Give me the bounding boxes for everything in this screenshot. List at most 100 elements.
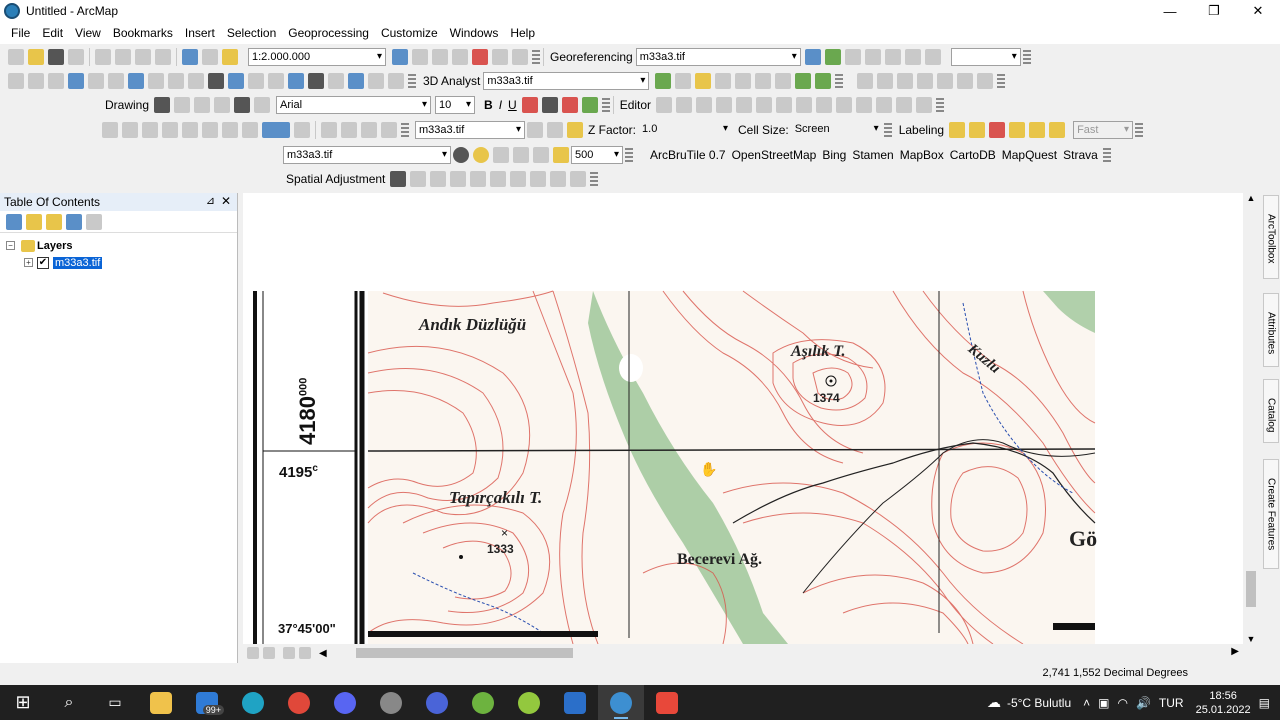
list-by-visibility-icon[interactable] [46, 213, 62, 230]
taskbar-app[interactable] [368, 685, 414, 720]
identify-icon[interactable] [228, 73, 244, 89]
editor-menu[interactable]: Editor [617, 98, 654, 112]
menu-selection[interactable]: Selection [221, 26, 282, 40]
pin-icon[interactable]: ⊿ [206, 194, 215, 207]
toolbar-grip[interactable] [1102, 148, 1111, 162]
arctoolbox-icon[interactable] [472, 49, 488, 65]
tile-cartodb[interactable]: CartoDB [947, 148, 999, 162]
taskbar-edge[interactable] [230, 685, 276, 720]
lock-labels-icon[interactable] [1009, 122, 1026, 138]
label-weights-icon[interactable] [989, 122, 1006, 138]
minimize-button[interactable]: — [1148, 0, 1192, 22]
rotate-icon[interactable] [844, 49, 861, 65]
tree-row-layers[interactable]: − Layers [6, 237, 231, 254]
select-elements-icon[interactable] [208, 73, 224, 89]
brightness-icon[interactable] [473, 147, 489, 163]
arcbrutile-menu[interactable]: ArcBruTile 0.7 [647, 148, 729, 162]
menu-geoprocessing[interactable]: Geoprocessing [282, 26, 375, 40]
taskbar-chrome[interactable] [276, 685, 322, 720]
taskbar-app2[interactable] [414, 685, 460, 720]
taskbar-arcmap[interactable] [598, 685, 644, 720]
sa-view-links-icon[interactable] [530, 171, 547, 187]
taskbar-file-explorer[interactable] [138, 685, 184, 720]
zoom-dropdown-icon[interactable] [294, 122, 310, 138]
toc-window-icon[interactable] [412, 49, 428, 65]
scroll-right-icon[interactable]: ▶ [1231, 646, 1239, 657]
toolbar-grip[interactable] [590, 172, 599, 186]
redo-icon[interactable] [202, 49, 218, 65]
spatial-adjustment-menu[interactable]: Spatial Adjustment [283, 172, 388, 186]
layout-back-icon[interactable] [222, 122, 238, 138]
tile-mapbox[interactable]: MapBox [897, 148, 947, 162]
toolbar-grip[interactable] [883, 123, 892, 137]
toolbar-grip[interactable] [997, 74, 1006, 88]
delete-icon[interactable] [155, 49, 171, 65]
cellsize-dropdown[interactable]: Screen [792, 121, 882, 139]
model-builder-icon[interactable] [512, 49, 528, 65]
collapse-icon[interactable]: − [6, 241, 15, 250]
georef-grid3-icon[interactable] [977, 73, 994, 89]
list-by-drawing-order-icon[interactable] [6, 213, 22, 230]
trace-icon[interactable] [736, 97, 753, 113]
sa-new-link-icon[interactable] [410, 171, 427, 187]
menu-bookmarks[interactable]: Bookmarks [107, 26, 179, 40]
bold-button[interactable]: B [481, 98, 496, 112]
split-icon[interactable] [836, 97, 853, 113]
data-driven-pages-icon[interactable] [381, 122, 397, 138]
focus-data-frame-icon[interactable] [341, 122, 357, 138]
georef-line-icon[interactable] [917, 73, 934, 89]
layout-zoom-in-icon[interactable] [102, 122, 118, 138]
labeling-menu[interactable]: Labeling [896, 123, 947, 137]
georef-grid2-icon[interactable] [957, 73, 974, 89]
surface-hillshade-icon[interactable] [567, 122, 583, 138]
create-viewer-icon[interactable] [388, 73, 404, 89]
vertical-scroll-thumb[interactable] [1246, 571, 1256, 607]
refresh-icon[interactable] [924, 49, 941, 65]
python-window-icon[interactable] [492, 49, 508, 65]
toggle-draft-icon[interactable] [321, 122, 337, 138]
scroll-left-icon[interactable]: ◀ [319, 648, 327, 659]
toolbar-grip[interactable] [625, 148, 633, 162]
attributes-icon[interactable] [876, 97, 893, 113]
font-name-dropdown[interactable]: Arial [276, 96, 432, 114]
line-color-icon[interactable] [561, 97, 578, 113]
toolbar-grip[interactable] [1022, 50, 1031, 64]
close-button[interactable]: ✕ [1236, 0, 1280, 22]
toolbar-grip[interactable] [936, 98, 945, 112]
list-by-source-icon[interactable] [26, 213, 42, 230]
taskbar-mail[interactable]: 99+ [184, 685, 230, 720]
add-control-points-icon[interactable] [804, 49, 821, 65]
map-scale-dropdown[interactable]: 1:2.000.000 [248, 48, 386, 66]
layout-zoom-out-icon[interactable] [122, 122, 138, 138]
rectangle-icon[interactable] [214, 97, 231, 113]
zfactor-dropdown[interactable]: 1.0 [639, 121, 731, 139]
label-manager-icon[interactable] [949, 122, 966, 138]
interpolate-point-icon[interactable] [735, 73, 752, 89]
flicker-rate-input[interactable]: 500 [571, 146, 623, 164]
scroll-down-icon[interactable]: ▼ [1243, 634, 1259, 644]
arcscene-icon[interactable] [795, 73, 812, 89]
find-binoculars-icon[interactable] [308, 73, 324, 89]
tree-row-layer[interactable]: + ✔ m33a3.tif [6, 254, 231, 271]
flicker-icon[interactable] [533, 147, 549, 163]
layout-forward-icon[interactable] [242, 122, 258, 138]
transparency-icon[interactable] [493, 147, 509, 163]
task-view-button[interactable]: ▭ [92, 685, 138, 720]
end-point-arc-icon[interactable] [716, 97, 733, 113]
wifi-icon[interactable]: ◠ [1117, 696, 1127, 710]
menu-help[interactable]: Help [504, 26, 541, 40]
topographic-map[interactable]: × [243, 193, 1243, 644]
horizontal-scrollbar[interactable]: ◀ ▶ [243, 644, 1259, 662]
layout-fixed-out-icon[interactable] [202, 122, 218, 138]
refresh-view-icon[interactable] [283, 647, 295, 659]
labeling-quality-dropdown[interactable]: Fast [1073, 121, 1134, 139]
toc-options-icon[interactable] [86, 213, 102, 230]
cut-icon[interactable] [95, 49, 111, 65]
tile-strava[interactable]: Strava [1060, 148, 1101, 162]
dock-tab-catalog[interactable]: Catalog [1263, 379, 1279, 443]
open-folder-icon[interactable] [28, 49, 44, 65]
surface-identify-icon[interactable] [527, 122, 543, 138]
menu-insert[interactable]: Insert [179, 26, 221, 40]
zoom-control-swatch[interactable] [262, 122, 290, 138]
scroll-up-icon[interactable]: ▲ [1243, 193, 1259, 203]
